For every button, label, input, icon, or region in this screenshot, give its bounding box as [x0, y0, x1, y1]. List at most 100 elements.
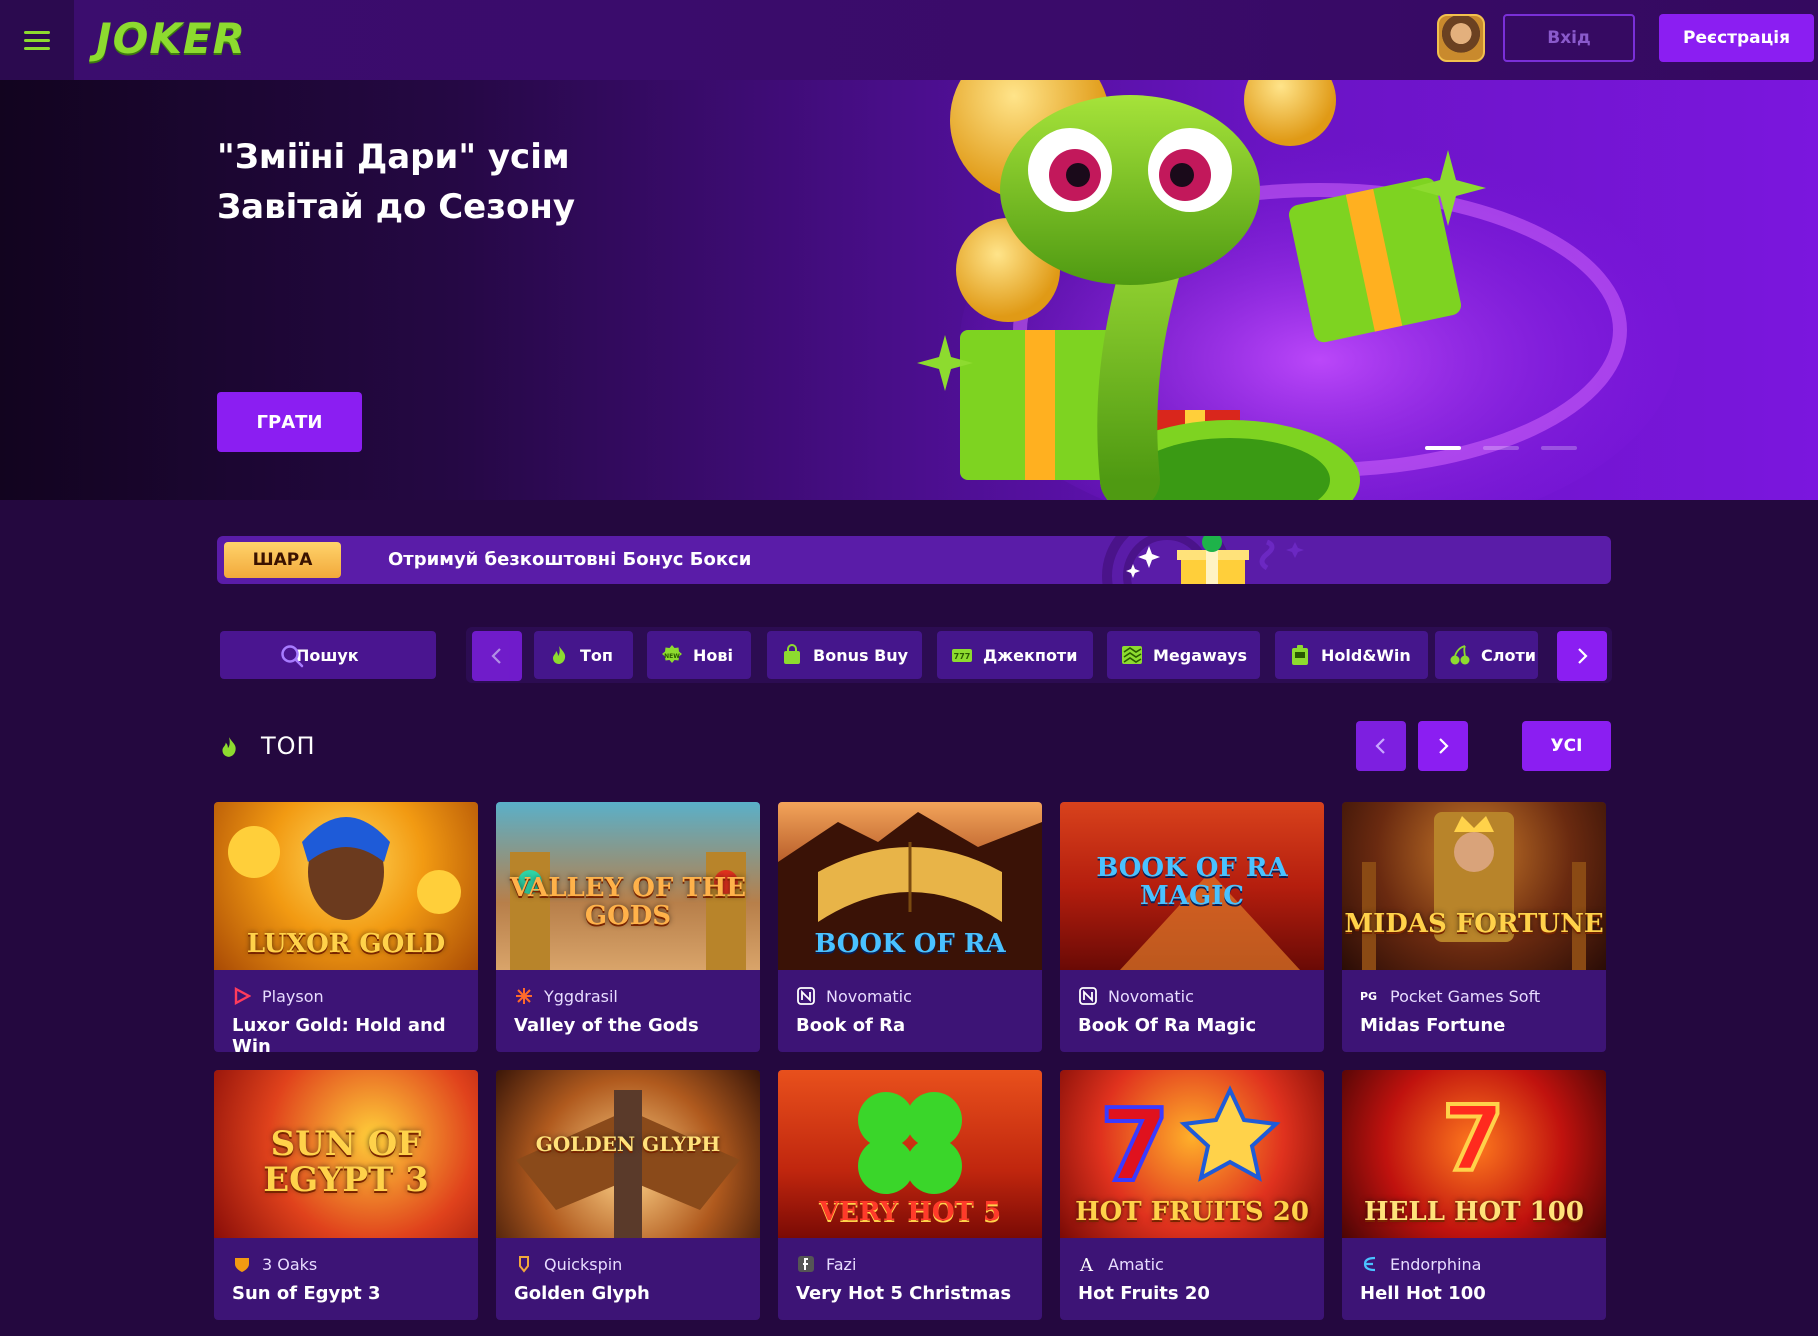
game-art-title: SUN OF EGYPT 3	[263, 1124, 429, 1200]
provider-name: Novomatic	[1108, 986, 1194, 1006]
login-button[interactable]: Вхід	[1503, 14, 1635, 62]
game-thumbnail: BOOK OF RA MAGIC	[1060, 802, 1324, 970]
game-provider: Novomatic	[796, 986, 912, 1006]
game-thumbnail: 7 HOT FRUITS 20	[1060, 1070, 1324, 1238]
category-top[interactable]: Топ	[534, 631, 633, 679]
game-provider: PG Pocket Games Soft	[1360, 986, 1540, 1006]
hero-banner[interactable]: "Зміїні Дари" усім Завітай до Сезону ГРА…	[0, 80, 1818, 500]
game-art-title: BOOK OF RA MAGIC	[1096, 853, 1288, 911]
megaways-icon	[1122, 646, 1142, 664]
category-label: Слоти	[1481, 645, 1536, 665]
promo-badge: ШАРА	[224, 542, 341, 578]
provider-name: Quickspin	[544, 1254, 623, 1274]
quickspin-icon	[514, 1254, 534, 1274]
promo-text: Отримуй безкоштовні Бонус Бокси	[388, 549, 752, 570]
register-button[interactable]: Реєстрація	[1659, 14, 1814, 62]
game-provider: A Amatic	[1078, 1254, 1164, 1274]
provider-name: Novomatic	[826, 986, 912, 1006]
game-art-title: LUXOR GOLD	[246, 929, 446, 959]
game-card[interactable]: MIDAS FORTUNE PG Pocket Games Soft Midas…	[1342, 802, 1606, 1052]
game-thumbnail: VERY HOT 5	[778, 1070, 1042, 1238]
game-name: Very Hot 5 Christmas	[796, 1283, 1012, 1304]
game-card[interactable]: 7 HELL HOT 100 Endorphina Hell Hot 100	[1342, 1070, 1606, 1320]
endorphina-icon	[1360, 1254, 1380, 1274]
game-provider: Playson	[232, 986, 324, 1006]
jackpot-777-icon: 777	[952, 649, 972, 662]
category-label: Топ	[580, 645, 613, 665]
play-button[interactable]: ГРАТИ	[217, 392, 362, 452]
svg-text:7: 7	[1100, 1087, 1170, 1204]
game-art-title: BOOK OF RA	[814, 929, 1006, 959]
game-thumbnail: BOOK OF RA	[778, 802, 1042, 970]
amatic-icon: A	[1078, 1254, 1098, 1274]
provider-name: Yggdrasil	[544, 986, 618, 1006]
joker-logo[interactable]: JOKER	[96, 14, 246, 64]
category-hold-and-win[interactable]: Hold&Win	[1275, 631, 1428, 679]
svg-text:7: 7	[1442, 1087, 1505, 1192]
chevron-right-icon	[1578, 648, 1588, 664]
search-label: Пошук	[296, 645, 359, 665]
game-name: Hell Hot 100	[1360, 1283, 1486, 1304]
category-prev-button[interactable]	[472, 631, 522, 681]
view-all-button[interactable]: УСІ	[1522, 721, 1611, 771]
category-label: Megaways	[1153, 645, 1248, 665]
game-provider: Fazi	[796, 1254, 856, 1274]
section-title: ТОП	[261, 732, 316, 760]
game-name: Midas Fortune	[1360, 1015, 1506, 1036]
game-card[interactable]: VERY HOT 5 Fazi Very Hot 5 Christmas	[778, 1070, 1042, 1320]
fazi-icon	[796, 1254, 816, 1274]
svg-text:777: 777	[954, 652, 971, 661]
game-card[interactable]: BOOK OF RA MAGIC Novomatic Book Of Ra Ma…	[1060, 802, 1324, 1052]
category-label: Нові	[693, 645, 733, 665]
shopping-bag-icon	[784, 644, 800, 664]
yggdrasil-icon	[514, 986, 534, 1006]
game-name: Book of Ra	[796, 1015, 906, 1036]
avatar[interactable]	[1437, 14, 1485, 62]
game-provider: Quickspin	[514, 1254, 622, 1274]
section-prev-button[interactable]	[1356, 721, 1406, 771]
game-card[interactable]: SUN OF EGYPT 3 3 Oaks Sun of Egypt 3	[214, 1070, 478, 1320]
game-card[interactable]: GOLDEN GLYPH Quickspin Golden Glyph	[496, 1070, 760, 1320]
hero-title-line-1: "Зміїні Дари" усім	[217, 137, 570, 177]
game-card[interactable]: 7 HOT FRUITS 20 A Amatic Hot Fruits 20	[1060, 1070, 1324, 1320]
hero-slider-dots	[1425, 446, 1577, 450]
slider-dot[interactable]	[1541, 446, 1577, 450]
category-megaways[interactable]: Megaways	[1107, 631, 1260, 679]
provider-name: Pocket Games Soft	[1390, 986, 1541, 1006]
3oaks-icon	[232, 1254, 252, 1274]
novomatic-icon	[1078, 986, 1098, 1006]
new-badge-icon: NEW	[662, 645, 682, 663]
game-art-title: HOT FRUITS 20	[1075, 1197, 1309, 1227]
category-label: Hold&Win	[1321, 645, 1411, 665]
game-art-title: HELL HOT 100	[1364, 1197, 1584, 1227]
search-button[interactable]: Пошук	[220, 631, 436, 679]
svg-text:NEW: NEW	[664, 653, 680, 660]
section-next-button[interactable]	[1418, 721, 1468, 771]
provider-name: Fazi	[826, 1254, 857, 1274]
slider-dot[interactable]	[1483, 446, 1519, 450]
top-header: JOKER Вхід Реєстрація	[0, 0, 1818, 80]
game-provider: 3 Oaks	[232, 1254, 317, 1274]
category-jackpots[interactable]: 777 Джекпоти	[937, 631, 1093, 679]
game-card[interactable]: BOOK OF RA Novomatic Book of Ra	[778, 802, 1042, 1052]
game-name: Hot Fruits 20	[1078, 1283, 1210, 1304]
chevron-left-icon	[1375, 738, 1385, 754]
game-card[interactable]: VALLEY OF THE GODS Yggdrasil Valley of t…	[496, 802, 760, 1052]
promo-bar[interactable]: ШАРА Отримуй безкоштовні Бонус Бокси	[217, 536, 1611, 584]
category-bonus-buy[interactable]: Bonus Buy	[767, 631, 922, 679]
gift-box-icon	[1102, 536, 1304, 584]
category-next-button[interactable]	[1557, 631, 1607, 681]
hero-title: "Зміїні Дари" усім Завітай до Сезону	[217, 132, 575, 232]
category-slots[interactable]: Слоти	[1435, 631, 1538, 679]
category-new[interactable]: NEW Нові	[647, 631, 751, 679]
game-art-title: GOLDEN GLYPH	[535, 1132, 721, 1156]
game-name: Golden Glyph	[514, 1283, 650, 1304]
slider-dot[interactable]	[1425, 446, 1461, 450]
snake-gift-illustration	[917, 80, 1680, 500]
game-card[interactable]: LUXOR GOLD Playson Luxor Gold: Hold and …	[214, 802, 478, 1052]
novomatic-icon	[796, 986, 816, 1006]
category-label: Bonus Buy	[813, 645, 909, 665]
game-thumbnail: LUXOR GOLD	[214, 802, 478, 970]
cherry-icon	[1450, 645, 1470, 665]
menu-button[interactable]	[0, 0, 74, 80]
